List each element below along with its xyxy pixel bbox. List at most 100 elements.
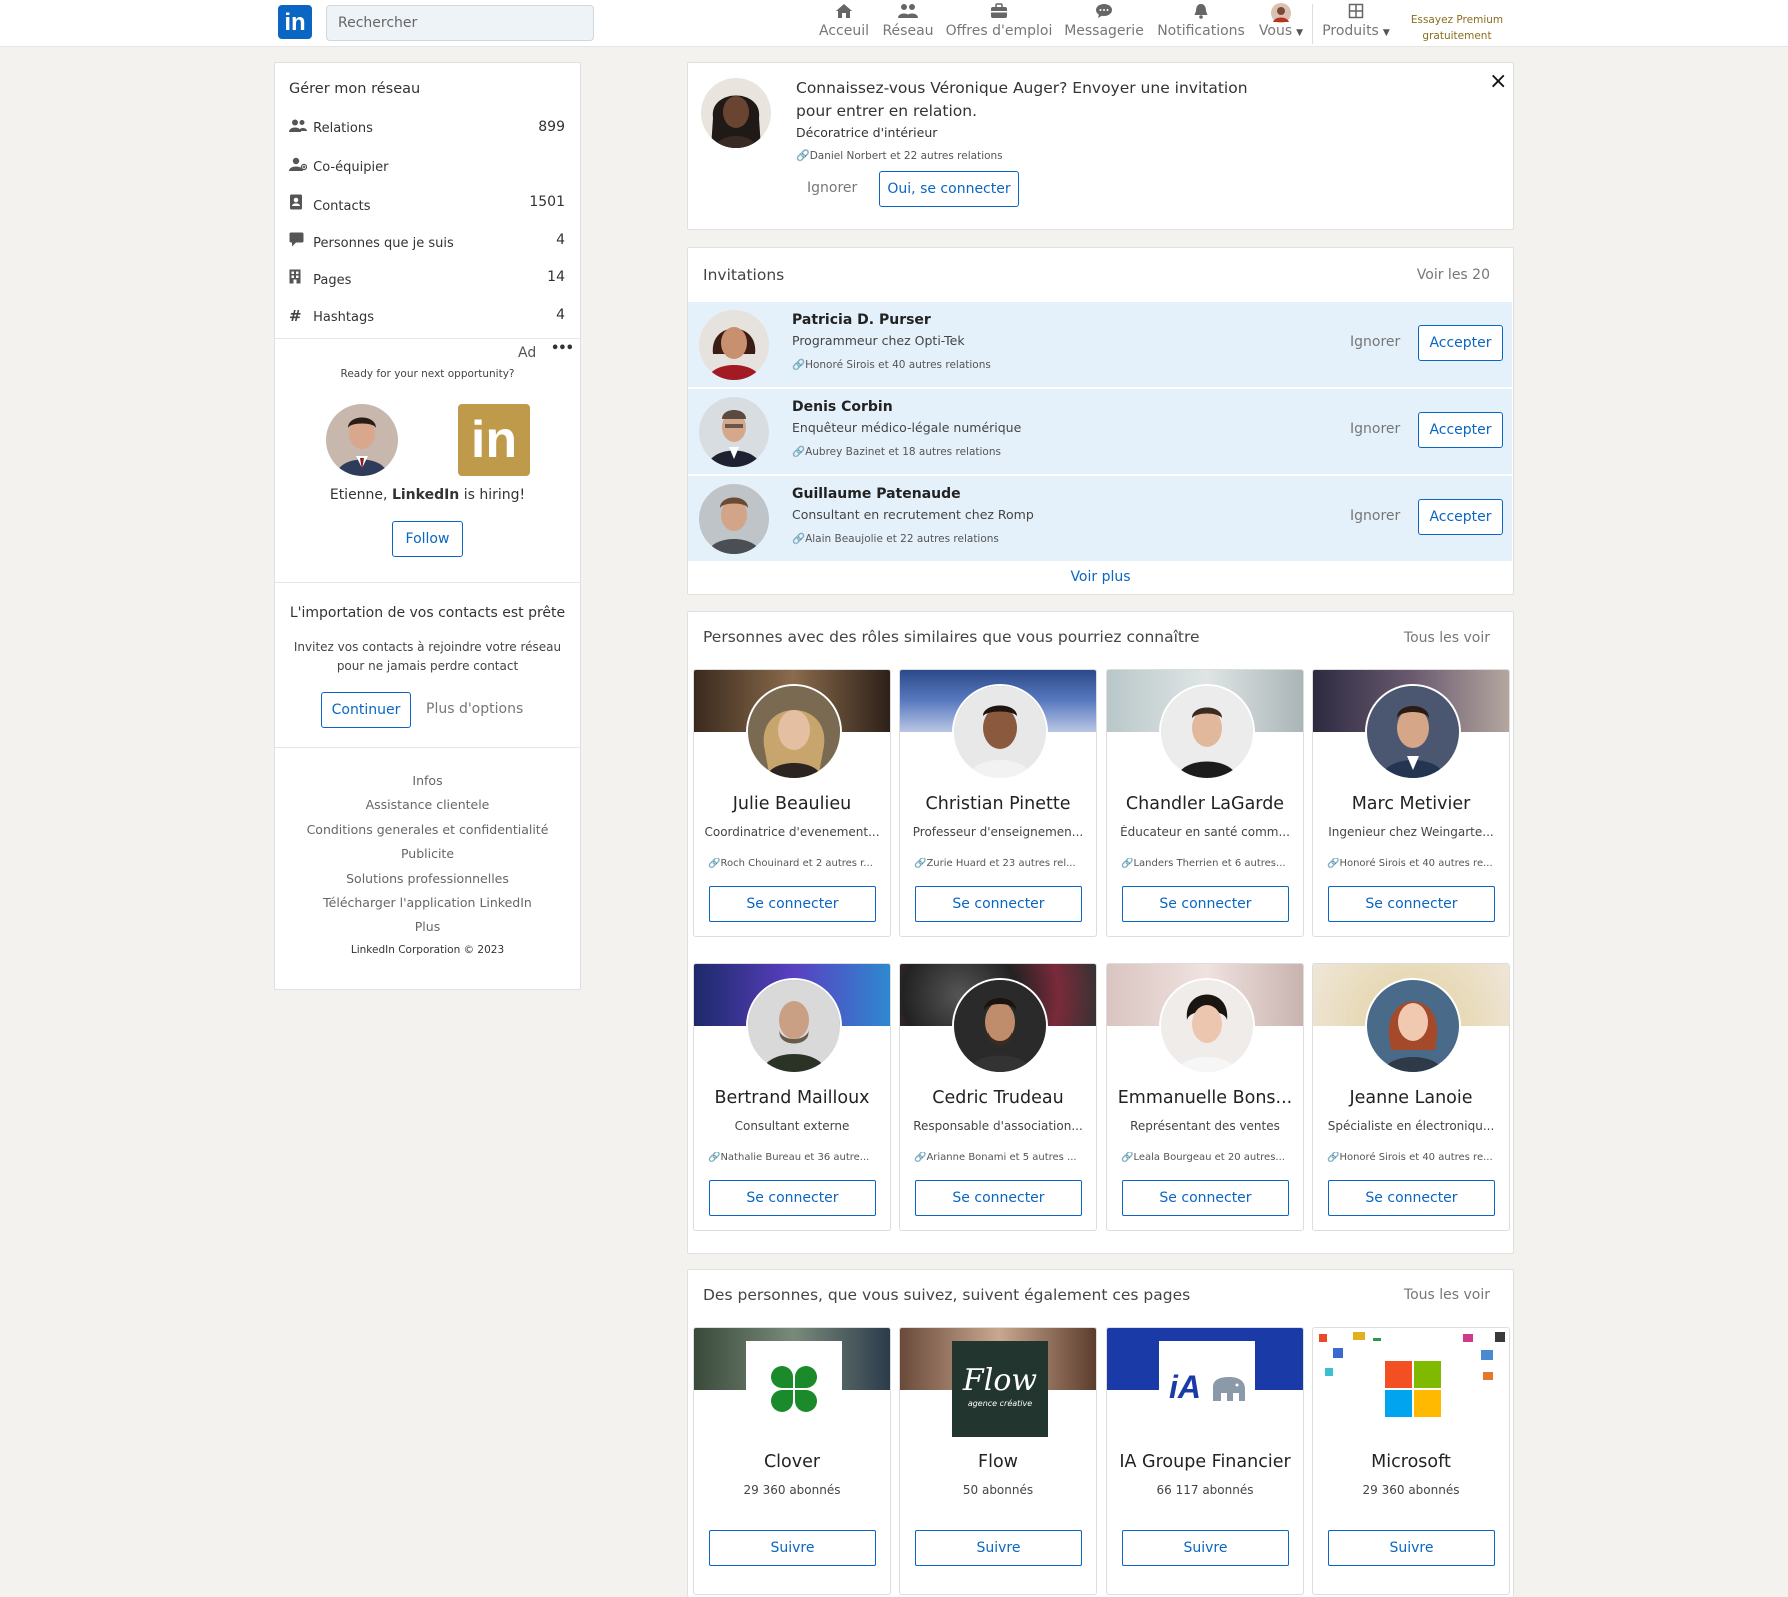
person-name[interactable]: Emmanuelle Bons...: [1111, 1088, 1299, 1108]
connect-button[interactable]: Se connecter: [709, 886, 876, 922]
person-name[interactable]: Jeanne Lanoie: [1317, 1088, 1505, 1108]
similar-people-card: Personnes avec des rôles similaires que …: [687, 611, 1514, 1254]
person-name[interactable]: Julie Beaulieu: [698, 794, 886, 814]
teammate-icon: [289, 157, 309, 175]
ia-logo-text: iA: [1169, 1369, 1201, 1405]
footer-link-app[interactable]: Télécharger l'application LinkedIn: [275, 895, 580, 910]
follow-page-button[interactable]: Suivre: [915, 1530, 1082, 1566]
invitation-avatar[interactable]: [699, 484, 769, 554]
page-card: iA IA Groupe Financier 66 117 abonnés Su…: [1106, 1327, 1304, 1595]
linkedin-logo[interactable]: in: [278, 5, 312, 39]
sidebar-item-hashtags[interactable]: # Hashtags 4: [289, 307, 565, 327]
connect-button[interactable]: Se connecter: [915, 886, 1082, 922]
page-followers: 66 117 abonnés: [1156, 1483, 1254, 1497]
connect-button[interactable]: Se connecter: [1122, 1180, 1289, 1216]
follow-page-button[interactable]: Suivre: [1328, 1530, 1495, 1566]
nav-products[interactable]: Produits ▼: [1318, 3, 1394, 47]
person-avatar[interactable]: [1365, 978, 1461, 1074]
person-avatar[interactable]: [1159, 684, 1255, 780]
nav-messaging[interactable]: Messagerie: [1062, 3, 1146, 47]
footer-link-infos[interactable]: Infos: [275, 773, 580, 788]
nav-me[interactable]: Vous ▼: [1254, 3, 1308, 47]
person-avatar[interactable]: [952, 978, 1048, 1074]
footer-link-ads[interactable]: Publicite: [275, 846, 580, 861]
connect-button[interactable]: Se connecter: [1328, 1180, 1495, 1216]
person-avatar[interactable]: [1365, 684, 1461, 780]
flow-logo[interactable]: Flow agence créative: [952, 1341, 1048, 1437]
person-name[interactable]: Bertrand Mailloux: [698, 1088, 886, 1108]
sidebar-item-pages[interactable]: Pages 14: [289, 269, 565, 289]
continue-button[interactable]: Continuer: [321, 692, 411, 728]
ignore-button[interactable]: Ignorer: [1350, 508, 1400, 524]
sidebar-item-relations[interactable]: Relations 899: [289, 119, 565, 139]
sidebar-item-following[interactable]: Personnes que je suis 4: [289, 232, 565, 252]
ignore-button[interactable]: Ignorer: [807, 180, 857, 196]
connect-button[interactable]: Se connecter: [1328, 886, 1495, 922]
accept-button[interactable]: Accepter: [1418, 412, 1503, 448]
mutual-text: Nathalie Bureau et 36 autre...: [720, 1152, 870, 1163]
invitation-name[interactable]: Denis Corbin: [792, 399, 893, 415]
clover-logo[interactable]: [746, 1341, 842, 1437]
message-icon: [1062, 3, 1146, 23]
sidebar-item-contacts[interactable]: Contacts 1501: [289, 194, 565, 214]
person-avatar[interactable]: [1159, 978, 1255, 1074]
person-name[interactable]: Marc Metivier: [1317, 794, 1505, 814]
invitation-avatar[interactable]: [699, 310, 769, 380]
link-icon: 🔗: [914, 858, 927, 869]
close-icon[interactable]: ×: [1489, 69, 1507, 94]
see-more-link[interactable]: Voir plus: [688, 569, 1513, 585]
follow-button[interactable]: Follow: [392, 521, 463, 557]
nav-notifications[interactable]: Notifications: [1154, 3, 1248, 47]
person-card: Chandler LaGarde Éducateur en santé comm…: [1106, 669, 1304, 937]
search-input[interactable]: Rechercher: [326, 5, 594, 41]
person-name[interactable]: Chandler LaGarde: [1111, 794, 1299, 814]
see-all-pages-link[interactable]: Tous les voir: [1404, 1287, 1490, 1303]
footer-link-support[interactable]: Assistance clientele: [275, 797, 580, 812]
page-name[interactable]: IA Groupe Financier: [1111, 1452, 1299, 1472]
follow-page-button[interactable]: Suivre: [709, 1530, 876, 1566]
accept-button[interactable]: Accepter: [1418, 499, 1503, 535]
ignore-button[interactable]: Ignorer: [1350, 421, 1400, 437]
footer-link-terms[interactable]: Conditions generales et confidentialité: [275, 822, 580, 837]
invitation-title: Consultant en recrutement chez Romp: [792, 507, 1034, 522]
nav-label: Messagerie: [1064, 23, 1144, 39]
person-avatar[interactable]: [952, 684, 1048, 780]
connect-button[interactable]: Oui, se connecter: [879, 171, 1019, 207]
connect-button[interactable]: Se connecter: [1122, 886, 1289, 922]
page-name[interactable]: Microsoft: [1317, 1452, 1505, 1472]
see-all-invitations-link[interactable]: Voir les 20: [1417, 267, 1490, 283]
footer-link-business[interactable]: Solutions professionnelles: [275, 871, 580, 886]
footer-link-more[interactable]: Plus: [275, 919, 580, 934]
follow-page-button[interactable]: Suivre: [1122, 1530, 1289, 1566]
see-all-people-link[interactable]: Tous les voir: [1404, 630, 1490, 646]
connect-button[interactable]: Se connecter: [915, 1180, 1082, 1216]
nav-home[interactable]: Acceuil: [812, 3, 876, 47]
invitation-avatar[interactable]: [699, 397, 769, 467]
nav-network[interactable]: Réseau: [878, 3, 938, 47]
accept-button[interactable]: Accepter: [1418, 325, 1503, 361]
ignore-button[interactable]: Ignorer: [1350, 334, 1400, 350]
page-name[interactable]: Clover: [698, 1452, 886, 1472]
invitation-name[interactable]: Guillaume Patenaude: [792, 486, 961, 502]
sidebar-card: Gérer mon réseau Relations 899 Co-équipi…: [274, 62, 581, 990]
nav-jobs[interactable]: Offres d'emploi: [944, 3, 1054, 47]
person-card: Marc Metivier Ingenieur chez Weingarte..…: [1312, 669, 1510, 937]
nav-label: Offres d'emploi: [945, 23, 1053, 39]
suggestion-avatar[interactable]: [701, 78, 771, 148]
person-name[interactable]: Cedric Trudeau: [904, 1088, 1092, 1108]
premium-link[interactable]: Essayez Premium gratuitement: [1398, 12, 1516, 44]
hashtag-icon: #: [289, 307, 302, 325]
microsoft-logo[interactable]: [1365, 1341, 1461, 1437]
divider: [275, 747, 580, 748]
more-options-link[interactable]: Plus d'options: [426, 701, 523, 717]
ad-menu-icon[interactable]: •••: [551, 341, 574, 356]
page-followers: 29 360 abonnés: [1362, 1483, 1460, 1497]
page-name[interactable]: Flow: [904, 1452, 1092, 1472]
ia-logo[interactable]: iA: [1159, 1341, 1255, 1437]
connect-button[interactable]: Se connecter: [709, 1180, 876, 1216]
person-avatar[interactable]: [746, 978, 842, 1074]
sidebar-item-teammate[interactable]: Co-équipier: [289, 157, 565, 177]
person-avatar[interactable]: [746, 684, 842, 780]
person-name[interactable]: Christian Pinette: [904, 794, 1092, 814]
invitation-name[interactable]: Patricia D. Purser: [792, 312, 931, 328]
